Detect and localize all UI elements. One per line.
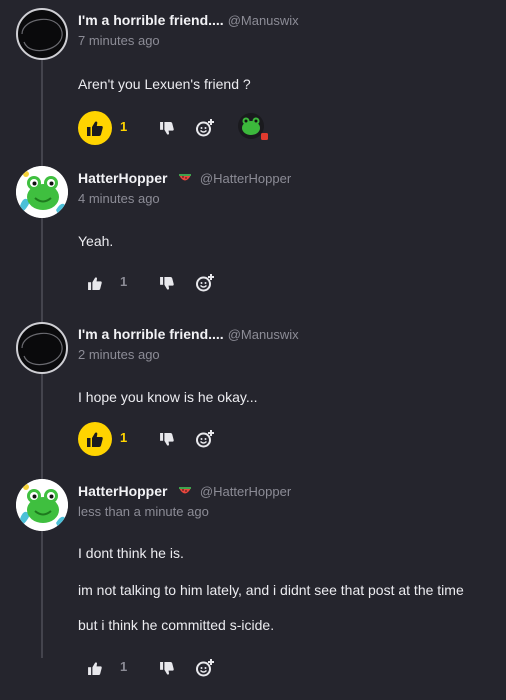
avatar[interactable] [16,479,68,531]
like-count: 1 [120,274,128,289]
thumbs-up-icon [87,431,103,447]
comment-text: Aren't you Lexuen's friend ? [78,76,251,92]
avatar[interactable] [16,8,68,60]
dislike-button[interactable] [158,660,176,676]
comment-text: I hope you know is he okay... [78,389,258,405]
timestamp: 2 minutes ago [78,347,160,362]
frog-reaction[interactable] [236,111,270,141]
frog-reaction-icon [238,113,268,140]
timestamp: 4 minutes ago [78,191,160,206]
comment-header: HatterHopper @HatterHopper [78,483,291,501]
like-count: 1 [120,119,128,134]
thumbs-up-icon [87,120,103,136]
dark-scribble-avatar-icon [21,332,63,366]
like-button[interactable] [78,422,112,456]
author-name[interactable]: I'm a horrible friend.... [78,12,224,28]
author-handle[interactable]: @HatterHopper [200,484,291,499]
comment-text: Yeah. [78,233,114,249]
author-name[interactable]: HatterHopper [78,483,167,499]
comment-actions: 1 [78,111,378,145]
add-reaction-button[interactable] [194,272,216,294]
add-reaction-button[interactable] [194,117,216,139]
thumbs-down-icon [160,276,174,290]
like-button[interactable] [86,275,104,291]
author-name[interactable]: I'm a horrible friend.... [78,326,224,342]
like-button[interactable] [86,660,104,676]
comment-header: I'm a horrible friend.... @Manuswix [78,12,299,30]
add-reaction-button[interactable] [194,657,216,679]
comment-header: HatterHopper @HatterHopper [78,170,291,188]
thumbs-down-icon [160,121,174,135]
dislike-button[interactable] [158,120,176,136]
like-button[interactable] [78,111,112,145]
add-reaction-icon [196,659,214,677]
comment-text: I dont think he is. [78,545,184,561]
add-reaction-button[interactable] [194,428,216,450]
author-handle[interactable]: @Manuswix [228,327,299,342]
thumbs-up-icon [88,276,102,290]
comment-text: but i think he committed s-icide. [78,617,275,633]
thumbs-down-icon [160,661,174,675]
dark-scribble-avatar-icon [21,18,63,52]
frog-avatar-icon [16,479,68,531]
add-reaction-icon [196,430,214,448]
comment-actions: 1 [78,651,378,685]
like-count: 1 [120,430,128,445]
author-name[interactable]: HatterHopper [78,170,167,186]
thumbs-down-icon [160,432,174,446]
comment-actions: 1 [78,422,378,456]
watermelon-icon [178,487,191,494]
avatar[interactable] [16,166,68,218]
frog-avatar-icon [16,166,68,218]
comment-header: I'm a horrible friend.... @Manuswix [78,326,299,344]
author-handle[interactable]: @Manuswix [228,13,299,28]
thumbs-up-icon [88,661,102,675]
add-reaction-icon [196,119,214,137]
add-reaction-icon [196,274,214,292]
author-handle[interactable]: @HatterHopper [200,171,291,186]
avatar[interactable] [16,322,68,374]
timestamp: 7 minutes ago [78,33,160,48]
like-count: 1 [120,659,128,674]
comment-actions: 1 [78,266,378,300]
dislike-button[interactable] [158,431,176,447]
comment-text: im not talking to him lately, and i didn… [78,582,464,598]
dislike-button[interactable] [158,275,176,291]
timestamp: less than a minute ago [78,504,209,519]
watermelon-icon [178,174,191,181]
